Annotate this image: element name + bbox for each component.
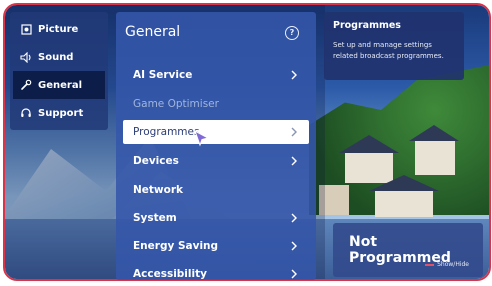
chevron-right-icon [291, 213, 297, 223]
speaker-icon [19, 50, 33, 64]
menu-item-devices[interactable]: Devices [123, 149, 309, 173]
menu-item-label: Devices [133, 155, 179, 167]
chevron-right-icon [291, 156, 297, 166]
sidebar-item-support[interactable]: Support [13, 99, 105, 127]
menu-item-label: Accessibility [133, 268, 207, 280]
sidebar-item-picture[interactable]: Picture [13, 15, 105, 43]
village-houses [319, 125, 479, 220]
chevron-right-icon [291, 70, 297, 80]
menu-title: General [125, 24, 181, 40]
menu-item-game-optimiser: Game Optimiser [123, 92, 309, 116]
menu-item-accessibility[interactable]: Accessibility [123, 262, 309, 286]
menu-item-system[interactable]: System [123, 206, 309, 230]
menu-item-energy-saving[interactable]: Energy Saving [123, 234, 309, 258]
sidebar-item-label: Support [38, 107, 84, 119]
chevron-right-icon [291, 269, 297, 279]
settings-sidebar: Picture Sound General Support [10, 12, 108, 130]
info-title: Programmes [333, 20, 401, 31]
wrench-icon [19, 78, 33, 92]
chevron-right-icon [291, 241, 297, 251]
help-icon[interactable]: ? [285, 26, 299, 40]
picture-icon [19, 22, 33, 36]
chevron-right-icon [291, 127, 297, 137]
headset-icon [19, 106, 33, 120]
menu-item-label: Network [133, 184, 184, 196]
sidebar-item-label: Picture [38, 23, 79, 35]
status-panel: Not Programmed Show/Hide [333, 223, 483, 277]
red-button-icon [425, 263, 435, 266]
show-hide-label: Show/Hide [437, 261, 469, 268]
menu-item-programmes[interactable]: Programmes [123, 120, 309, 144]
info-description: Set up and manage settings related broad… [333, 41, 444, 60]
sidebar-item-label: General [38, 79, 82, 91]
show-hide-hint[interactable]: Show/Hide [425, 261, 469, 268]
menu-item-label: Game Optimiser [133, 98, 219, 110]
menu-item-ai-service[interactable]: AI Service [123, 63, 309, 87]
magic-remote-pointer-icon [194, 129, 210, 147]
menu-item-label: Energy Saving [133, 240, 219, 252]
info-panel: Programmes Set up and manage settings re… [324, 12, 464, 80]
general-menu-panel: General ? AI Service Game Optimiser Prog… [116, 12, 316, 280]
menu-item-label: AI Service [133, 69, 193, 81]
sidebar-item-label: Sound [38, 51, 74, 63]
sidebar-item-general[interactable]: General [13, 71, 105, 99]
sidebar-item-sound[interactable]: Sound [13, 43, 105, 71]
menu-item-label: System [133, 212, 177, 224]
menu-item-label: Programmes [133, 126, 200, 138]
menu-item-network[interactable]: Network [123, 178, 309, 202]
